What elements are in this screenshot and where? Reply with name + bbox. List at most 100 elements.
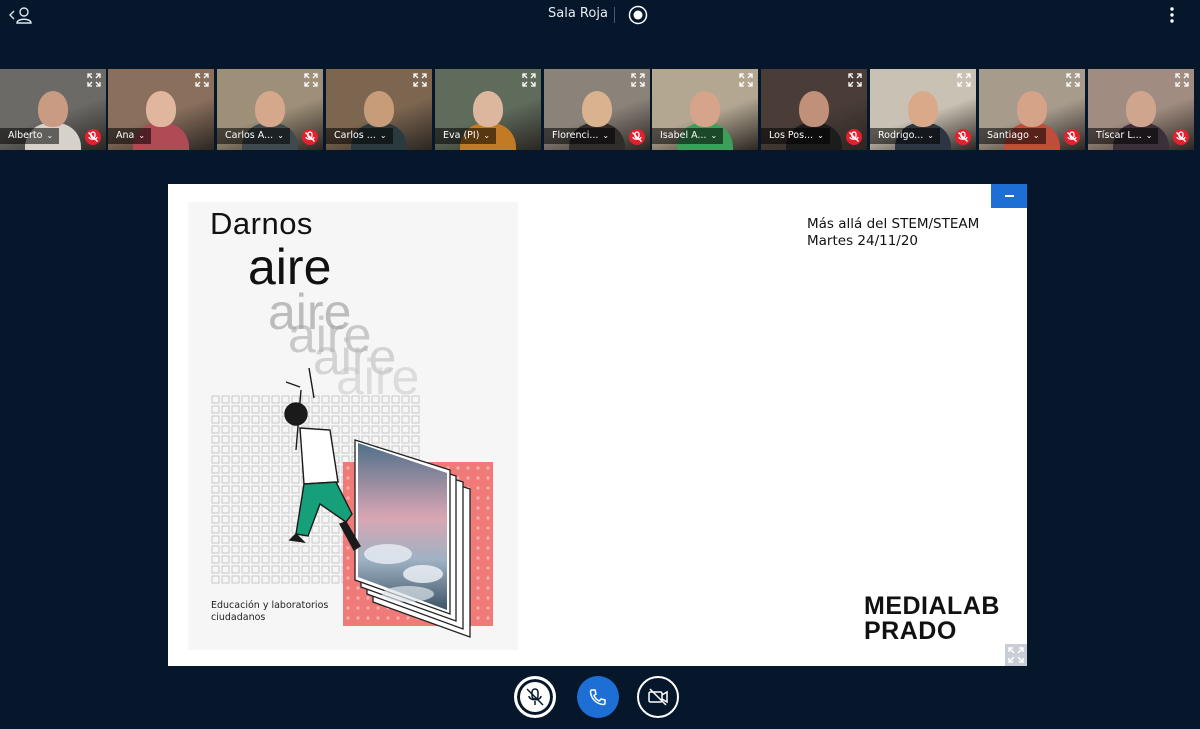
minimize-presentation-button[interactable] bbox=[991, 184, 1027, 208]
pink-dot bbox=[476, 506, 480, 510]
pink-dot bbox=[476, 496, 480, 500]
presentation-fullscreen-button[interactable] bbox=[1005, 644, 1027, 666]
chevron-down-icon: ⌄ bbox=[1145, 131, 1153, 140]
fullscreen-icon[interactable] bbox=[630, 72, 646, 88]
participant-tile[interactable]: Carlos ... ⌄ bbox=[326, 69, 432, 150]
pink-dot bbox=[346, 546, 350, 550]
pink-dot bbox=[486, 496, 490, 500]
pink-dot bbox=[476, 486, 480, 490]
participant-tile[interactable]: Carlos A... ⌄ bbox=[217, 69, 323, 150]
leave-call-button[interactable] bbox=[577, 676, 619, 718]
participant-tile[interactable]: Tíscar L... ⌄ bbox=[1088, 69, 1194, 150]
pink-dot bbox=[346, 606, 350, 610]
chevron-down-icon: ⌄ bbox=[46, 131, 54, 140]
pink-dot bbox=[476, 546, 480, 550]
participant-tile[interactable]: Santiago ⌄ bbox=[979, 69, 1085, 150]
participant-name[interactable]: Eva (PI) ⌄ bbox=[435, 128, 497, 144]
participant-face bbox=[146, 91, 176, 127]
fullscreen-icon[interactable] bbox=[1065, 72, 1081, 88]
fullscreen-icon[interactable] bbox=[86, 72, 102, 88]
participant-tile[interactable]: Ana ⌄ bbox=[108, 69, 214, 150]
participant-name[interactable]: Los Pos... ⌄ bbox=[761, 128, 830, 144]
poster-title-line1: Darnos bbox=[210, 206, 313, 241]
participant-name[interactable]: Alberto ⌄ bbox=[0, 128, 60, 144]
pink-dot bbox=[486, 536, 490, 540]
participant-name[interactable]: Carlos A... ⌄ bbox=[217, 128, 290, 144]
pink-dot bbox=[486, 596, 490, 600]
fullscreen-icon[interactable] bbox=[303, 72, 319, 88]
participant-face bbox=[473, 91, 503, 127]
participant-name[interactable]: Rodrigo... ⌄ bbox=[870, 128, 940, 144]
fullscreen-icon[interactable] bbox=[194, 72, 210, 88]
record-icon bbox=[628, 5, 648, 25]
pink-dot bbox=[356, 606, 360, 610]
pink-dot bbox=[476, 556, 480, 560]
microphone-muted-icon bbox=[526, 688, 544, 706]
pink-dot bbox=[476, 566, 480, 570]
muted-microphone-icon bbox=[1173, 129, 1189, 145]
chevron-down-icon: ⌄ bbox=[817, 131, 824, 140]
participant-face bbox=[1017, 91, 1047, 127]
pink-dot bbox=[476, 576, 480, 580]
participant-tile[interactable]: Isabel A... ⌄ bbox=[652, 69, 758, 150]
participant-name-label: Alberto bbox=[8, 130, 43, 141]
participant-face bbox=[908, 91, 938, 127]
participant-face bbox=[582, 91, 612, 127]
pink-dot bbox=[476, 526, 480, 530]
recording-button[interactable] bbox=[628, 5, 648, 25]
pink-dot bbox=[486, 516, 490, 520]
participant-tile[interactable]: Florenci... ⌄ bbox=[544, 69, 650, 150]
fullscreen-icon[interactable] bbox=[1174, 72, 1190, 88]
room-title: Sala Roja bbox=[548, 6, 608, 21]
participant-tile[interactable]: Eva (PI) ⌄ bbox=[435, 69, 541, 150]
chevron-down-icon: ⌄ bbox=[379, 131, 387, 140]
pink-dot bbox=[356, 586, 360, 590]
participant-name[interactable]: Isabel A... ⌄ bbox=[652, 128, 724, 144]
fullscreen-icon[interactable] bbox=[956, 72, 972, 88]
muted-microphone-icon bbox=[302, 129, 318, 145]
pink-dot bbox=[486, 486, 490, 490]
pink-dot bbox=[346, 576, 350, 580]
participant-name[interactable]: Florenci... ⌄ bbox=[544, 128, 616, 144]
pink-dot bbox=[486, 466, 490, 470]
participant-name-label: Carlos A... bbox=[225, 130, 274, 141]
participant-name[interactable]: Santiago ⌄ bbox=[979, 128, 1046, 144]
phone-icon bbox=[589, 689, 606, 706]
participant-name-label: Carlos ... bbox=[334, 130, 376, 141]
pink-dot bbox=[356, 596, 360, 600]
participant-name[interactable]: Carlos ... ⌄ bbox=[326, 128, 393, 144]
mute-audio-button[interactable] bbox=[514, 676, 556, 718]
slide-topic-title: Más allá del STEM/STEAM bbox=[807, 216, 980, 232]
pink-dot bbox=[486, 526, 490, 530]
pink-dot bbox=[346, 556, 350, 560]
participant-tile[interactable]: Los Pos... ⌄ bbox=[761, 69, 867, 150]
call-controls bbox=[0, 676, 1200, 726]
participant-name-label: Los Pos... bbox=[769, 130, 814, 141]
fullscreen-icon[interactable] bbox=[738, 72, 754, 88]
users-list-button[interactable] bbox=[8, 4, 34, 26]
slide-topic-date: Martes 24/11/20 bbox=[807, 233, 919, 249]
pink-dot bbox=[486, 566, 490, 570]
pink-dot bbox=[486, 586, 490, 590]
options-menu-button[interactable] bbox=[1162, 5, 1182, 25]
more-vertical-icon bbox=[1170, 7, 1174, 23]
pink-dot bbox=[356, 616, 360, 620]
pink-dot bbox=[456, 476, 460, 480]
participant-face bbox=[38, 91, 68, 127]
participant-tile[interactable]: Rodrigo... ⌄ bbox=[870, 69, 976, 150]
pink-dot bbox=[476, 466, 480, 470]
title-divider bbox=[614, 7, 615, 23]
pink-dot bbox=[476, 536, 480, 540]
chevron-down-icon: ⌄ bbox=[602, 131, 610, 140]
toggle-video-button[interactable] bbox=[637, 676, 679, 718]
fullscreen-icon[interactable] bbox=[521, 72, 537, 88]
fullscreen-icon[interactable] bbox=[412, 72, 428, 88]
participant-tile[interactable]: Alberto ⌄ bbox=[0, 69, 106, 150]
pink-dot bbox=[476, 476, 480, 480]
participant-name[interactable]: Tíscar L... ⌄ bbox=[1088, 128, 1159, 144]
fullscreen-icon[interactable] bbox=[847, 72, 863, 88]
pink-dot bbox=[346, 596, 350, 600]
logo-line2: PRADO bbox=[864, 617, 957, 645]
participant-name[interactable]: Ana ⌄ bbox=[108, 128, 152, 144]
slide-topic: Más allá del STEM/STEAM Martes 24/11/20 bbox=[807, 216, 979, 250]
